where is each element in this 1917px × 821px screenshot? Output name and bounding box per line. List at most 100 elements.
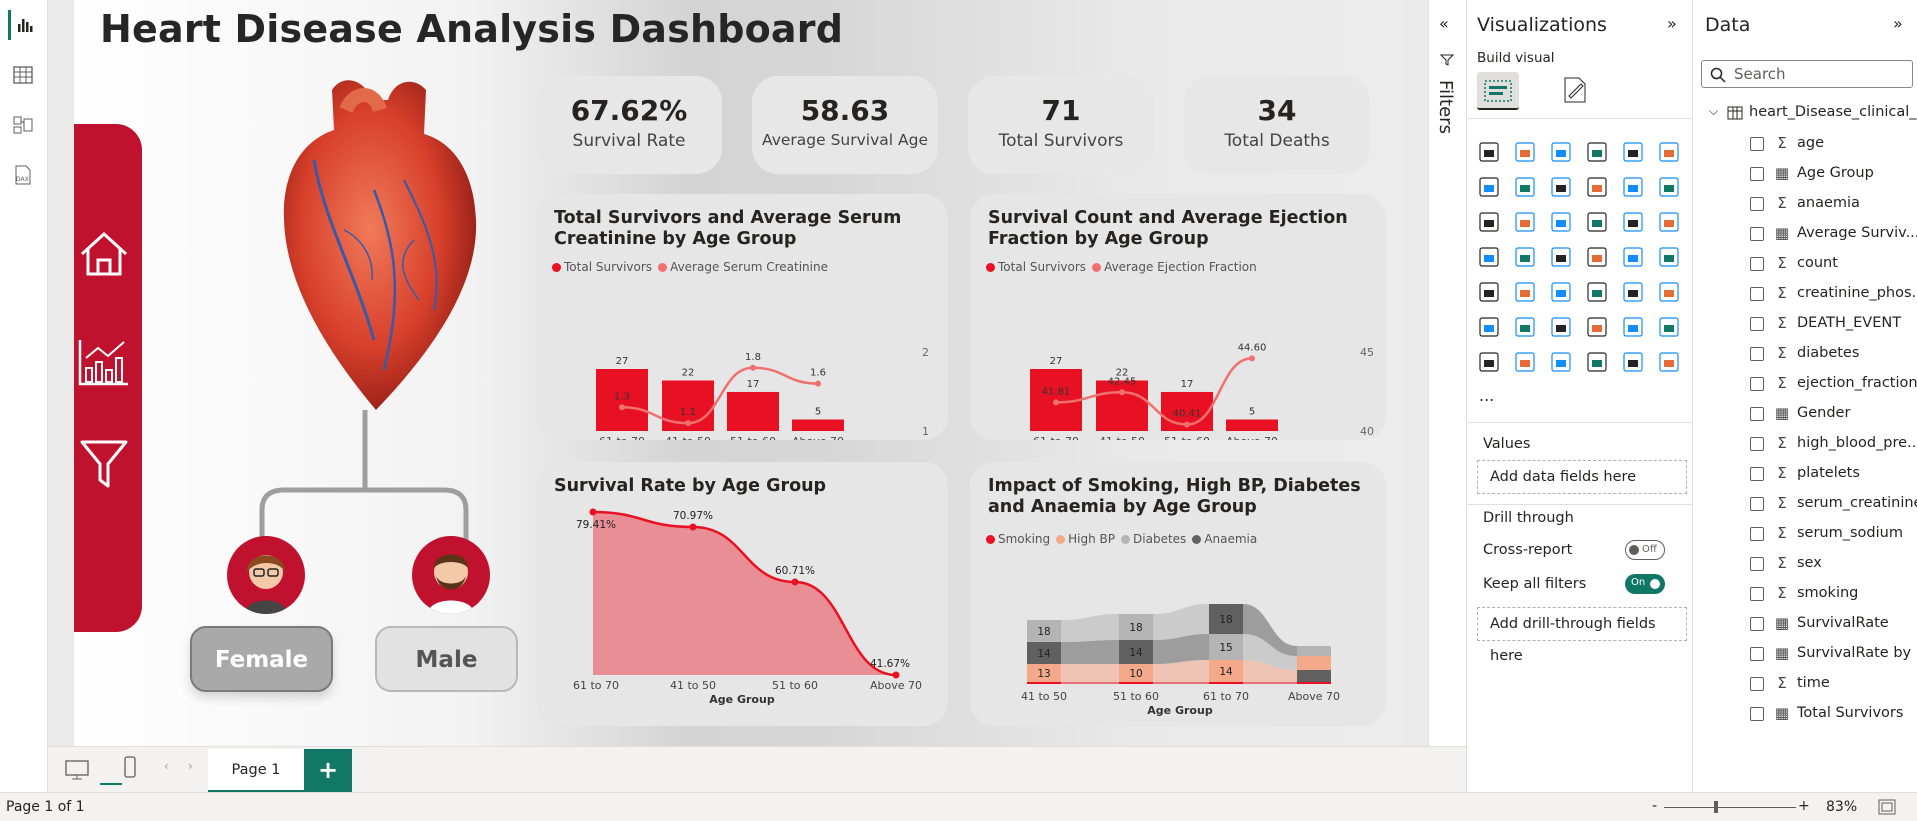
treemap-icon[interactable]	[1479, 247, 1499, 267]
stacked-column-chart-icon[interactable]	[1515, 142, 1535, 162]
filled-map-icon[interactable]	[1551, 247, 1571, 267]
field-checkbox[interactable]	[1750, 407, 1764, 421]
field-row[interactable]: Σsmoking	[1693, 582, 1917, 606]
field-row[interactable]: Σdiabetes	[1693, 342, 1917, 366]
line-clustered-icon[interactable]	[1659, 177, 1679, 197]
build-visual-tab[interactable]	[1477, 72, 1519, 110]
multi-row-card-icon[interactable]	[1479, 282, 1499, 302]
azure-map-icon[interactable]	[1587, 247, 1607, 267]
field-checkbox[interactable]	[1750, 137, 1764, 151]
chart-card-risk-factors[interactable]: Impact of Smoking, High BP, Diabetes and…	[970, 462, 1386, 726]
field-row[interactable]: Σtime	[1693, 672, 1917, 696]
field-row[interactable]: Σserum_sodium	[1693, 522, 1917, 546]
field-checkbox[interactable]	[1750, 197, 1764, 211]
paginated-report-icon[interactable]	[1479, 352, 1499, 372]
field-checkbox[interactable]	[1750, 527, 1764, 541]
cross-report-toggle[interactable]: Off	[1625, 540, 1665, 560]
field-row[interactable]: Σhigh_blood_pre...	[1693, 432, 1917, 456]
analytics-icon[interactable]	[74, 332, 134, 392]
field-checkbox[interactable]	[1750, 317, 1764, 331]
field-checkbox[interactable]	[1750, 707, 1764, 721]
100-stacked-bar-icon[interactable]	[1623, 142, 1643, 162]
clustered-bar-chart-icon[interactable]	[1551, 142, 1571, 162]
search-box[interactable]: Search	[1701, 60, 1913, 88]
field-checkbox[interactable]	[1750, 497, 1764, 511]
tab-page-1[interactable]: Page 1	[208, 749, 304, 793]
prev-page-icon[interactable]: ‹	[164, 759, 169, 773]
zoom-slider-thumb[interactable]	[1714, 801, 1718, 813]
collapse-chevron-icon[interactable]: »	[1893, 14, 1903, 33]
python-visual-icon[interactable]	[1479, 317, 1499, 337]
qa-icon[interactable]	[1587, 317, 1607, 337]
visual-type-gallery[interactable]	[1477, 140, 1683, 380]
field-checkbox[interactable]	[1750, 347, 1764, 361]
values-drop-zone[interactable]: Add data fields here	[1477, 460, 1687, 494]
slicer-icon[interactable]	[1551, 282, 1571, 302]
field-checkbox[interactable]	[1750, 647, 1764, 661]
stacked-bar-chart-icon[interactable]	[1479, 142, 1499, 162]
line-chart-icon[interactable]	[1479, 177, 1499, 197]
key-influencers-icon[interactable]	[1515, 317, 1535, 337]
arrow-visual-icon[interactable]	[1659, 352, 1679, 372]
field-checkbox[interactable]	[1750, 557, 1764, 571]
new-card-icon[interactable]	[1515, 352, 1535, 372]
chart-card-survivors-creatinine[interactable]: Total Survivors and Average Serum Creati…	[536, 194, 948, 440]
filter-funnel-icon[interactable]	[74, 432, 134, 492]
r-visual-icon[interactable]	[1659, 282, 1679, 302]
stacked-area-icon[interactable]	[1551, 177, 1571, 197]
add-page-button[interactable]: +	[304, 749, 352, 793]
zoom-out-button[interactable]: -	[1652, 798, 1657, 814]
zoom-percent[interactable]: 83%	[1826, 799, 1857, 815]
kpi-icon[interactable]	[1515, 282, 1535, 302]
chevron-down-icon[interactable]: ⌵	[1709, 104, 1718, 119]
100-stacked-column-icon[interactable]	[1659, 142, 1679, 162]
expand-chevron-icon[interactable]: «	[1439, 14, 1449, 33]
area-chart-icon[interactable]	[1515, 177, 1535, 197]
line-column-icon[interactable]	[1623, 177, 1643, 197]
field-row[interactable]: ▦ Gender	[1693, 402, 1917, 426]
field-row[interactable]: Σage	[1693, 132, 1917, 156]
field-row[interactable]: Σejection_fraction	[1693, 372, 1917, 396]
matrix-icon[interactable]	[1623, 282, 1643, 302]
field-checkbox[interactable]	[1750, 467, 1764, 481]
pie-chart-icon[interactable]	[1623, 212, 1643, 232]
collapse-chevron-icon[interactable]: »	[1667, 14, 1677, 33]
field-row[interactable]: Σsex	[1693, 552, 1917, 576]
chart-card-survival-rate[interactable]: Survival Rate by Age Group 79.41% 61 to 7…	[536, 462, 948, 726]
field-row[interactable]: Σanaemia	[1693, 192, 1917, 216]
clustered-column-chart-icon[interactable]	[1587, 142, 1607, 162]
mobile-layout-icon[interactable]	[122, 755, 138, 781]
table-name[interactable]: heart_Disease_clinical_...	[1749, 104, 1917, 120]
field-row[interactable]: Σcreatinine_phos...	[1693, 282, 1917, 306]
map-icon[interactable]	[1515, 247, 1535, 267]
model-view-icon[interactable]	[8, 110, 38, 140]
field-checkbox[interactable]	[1750, 377, 1764, 391]
smart-narrative-icon[interactable]	[1623, 317, 1643, 337]
field-checkbox[interactable]	[1750, 677, 1764, 691]
field-checkbox[interactable]	[1750, 617, 1764, 631]
format-visual-icon[interactable]	[1559, 74, 1591, 110]
100-area-icon[interactable]	[1587, 177, 1607, 197]
power-automate-icon[interactable]	[1587, 352, 1607, 372]
female-button[interactable]: Female	[190, 626, 333, 692]
waterfall-chart-icon[interactable]	[1515, 212, 1535, 232]
field-checkbox[interactable]	[1750, 227, 1764, 241]
field-checkbox[interactable]	[1750, 587, 1764, 601]
field-row[interactable]: Σcount	[1693, 252, 1917, 276]
more-visuals-button[interactable]: ...	[1479, 386, 1494, 405]
field-row[interactable]: Σserum_creatinine	[1693, 492, 1917, 516]
keep-all-filters-toggle[interactable]: On	[1625, 574, 1665, 594]
table-icon[interactable]	[1587, 282, 1607, 302]
power-apps-icon[interactable]	[1551, 352, 1571, 372]
ribbon-chart-icon[interactable]	[1479, 212, 1499, 232]
card-icon[interactable]	[1659, 247, 1679, 267]
fabric-icon[interactable]	[1623, 352, 1643, 372]
fit-to-page-icon[interactable]	[1878, 799, 1896, 815]
drill-through-drop-zone[interactable]: Add drill-through fields here	[1477, 607, 1687, 664]
metrics-icon[interactable]	[1659, 317, 1679, 337]
decomposition-tree-icon[interactable]	[1551, 317, 1571, 337]
field-row[interactable]: ▦ SurvivalRate	[1693, 612, 1917, 636]
field-row[interactable]: ▦ Total Survivors	[1693, 702, 1917, 726]
scatter-chart-icon[interactable]	[1587, 212, 1607, 232]
table-view-icon[interactable]	[8, 60, 38, 90]
